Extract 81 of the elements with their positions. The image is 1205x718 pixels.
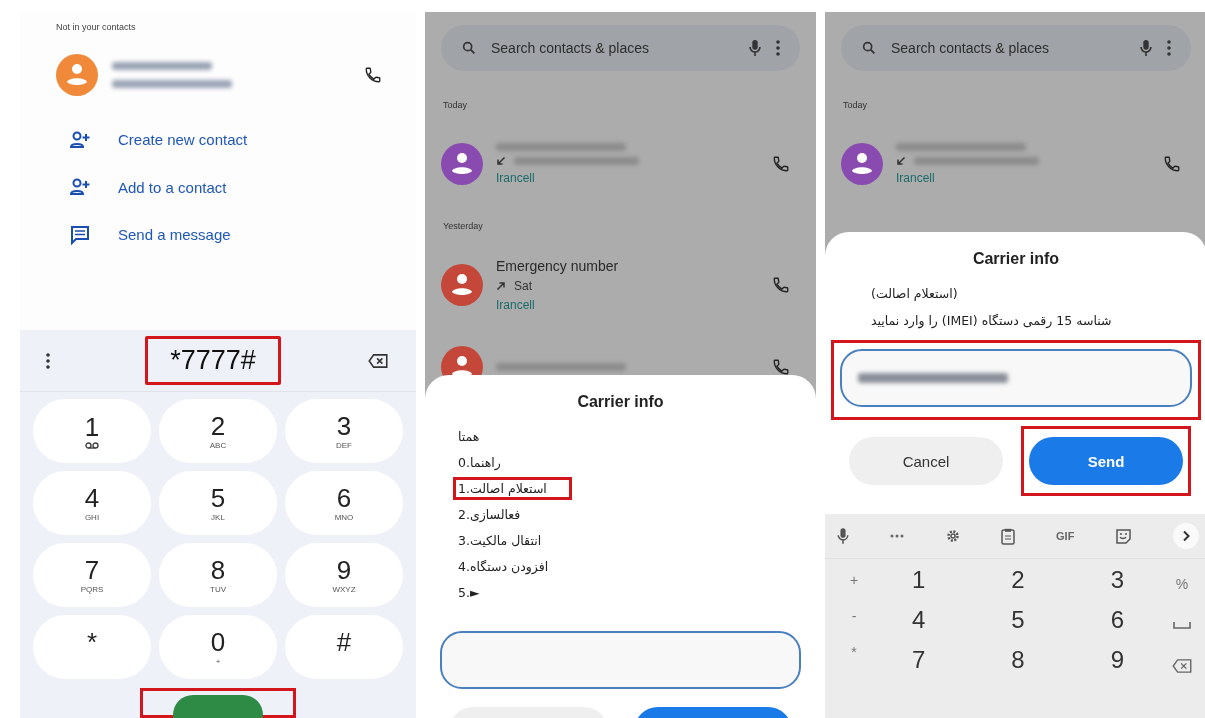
phone-icon[interactable] — [1163, 155, 1181, 173]
caller-name: Emergency number — [496, 258, 620, 274]
person-add-icon — [70, 130, 90, 149]
dial-key[interactable]: 9 WXYZ — [285, 543, 403, 607]
clipboard-icon[interactable] — [1001, 527, 1016, 545]
keyboard-key[interactable]: 3 — [1067, 565, 1167, 595]
dialog-button[interactable]: Cancel — [849, 437, 1003, 485]
dial-key[interactable]: 5 JKL — [159, 471, 277, 535]
phone-icon[interactable] — [772, 276, 790, 294]
menu-line: 3.انتقال مالکیت — [457, 532, 543, 550]
menu-line: 5.► — [457, 584, 481, 602]
search-field[interactable]: Search contacts & places — [441, 25, 800, 71]
call-time: Sat — [514, 279, 532, 293]
menu-line: 4.افزودن دستگاه — [457, 558, 550, 577]
dialog-message: (استعلام اصالت) — [870, 285, 959, 303]
section-label: Today — [843, 100, 869, 110]
carrier-label: Irancell — [496, 298, 536, 312]
call-button[interactable] — [140, 688, 296, 718]
dialog-title: Carrier info — [971, 250, 1061, 268]
dialog-message: شناسه 15 رقمی دستگاه (IMEI) را وارد نمایید — [870, 312, 1113, 331]
action-link[interactable]: Create new contact — [118, 131, 248, 149]
carrier-label: Irancell — [496, 171, 536, 185]
dial-key[interactable]: 8 TUV — [159, 543, 277, 607]
keyboard-key[interactable]: * — [851, 645, 857, 659]
person-add-icon — [70, 178, 90, 197]
phone-icon[interactable] — [772, 358, 790, 376]
section-label: Today — [443, 100, 469, 110]
mic-icon[interactable] — [837, 527, 849, 545]
dial-key[interactable]: 3 DEF — [285, 399, 403, 463]
backspace-icon[interactable] — [368, 353, 388, 368]
dial-key[interactable]: # — [285, 615, 403, 679]
mic-icon[interactable] — [748, 39, 762, 57]
gif-key[interactable]: GIF — [1056, 530, 1075, 542]
dial-key[interactable]: 4 GHI — [33, 471, 151, 535]
chevron-right-icon[interactable] — [1172, 523, 1199, 549]
more-icon[interactable] — [1167, 40, 1171, 56]
dial-key[interactable]: 7 PQRS — [33, 543, 151, 607]
keyboard-key[interactable]: 5 — [968, 605, 1068, 635]
input-field[interactable] — [840, 349, 1192, 407]
keyboard-key[interactable]: 2 — [968, 565, 1068, 595]
dial-key[interactable]: 0 + — [159, 615, 277, 679]
more-icon[interactable] — [46, 352, 50, 369]
space-key-icon[interactable] — [1173, 621, 1191, 629]
keyboard-key[interactable]: 1 — [869, 565, 969, 595]
keyboard-key[interactable]: 7 — [869, 645, 969, 675]
dial-key[interactable]: 6 MNO — [285, 471, 403, 535]
voicemail-icon — [85, 442, 99, 449]
keyboard-key[interactable]: + — [849, 573, 859, 587]
menu-line: 2.فعالسازی — [457, 506, 522, 525]
phone-icon[interactable] — [772, 155, 790, 173]
dialog-button[interactable]: Send — [1029, 437, 1183, 485]
dial-key[interactable]: 2 ABC — [159, 399, 277, 463]
action-link[interactable]: Send a message — [118, 226, 231, 244]
message-icon — [70, 224, 90, 245]
menu-line: همتا — [457, 428, 481, 446]
keyboard-key[interactable]: - — [851, 609, 857, 623]
dialed-number: *7777# — [145, 336, 281, 385]
input-field[interactable] — [440, 631, 801, 689]
dial-key[interactable]: * — [33, 615, 151, 679]
dialog-title: Carrier info — [576, 393, 665, 411]
dial-key[interactable]: 1 — [33, 399, 151, 463]
keyboard-key[interactable]: 8 — [968, 645, 1068, 675]
more-icon[interactable] — [776, 40, 780, 56]
action-link[interactable]: Add to a contact — [118, 178, 227, 196]
carrier-label: Irancell — [896, 171, 936, 185]
keyboard-key[interactable]: 4 — [869, 605, 969, 635]
more-icon[interactable] — [889, 534, 904, 538]
settings-icon[interactable] — [944, 528, 961, 544]
mic-icon[interactable] — [1139, 39, 1153, 57]
keyboard-key[interactable]: 6 — [1067, 605, 1167, 635]
section-label: Not in your contacts — [56, 22, 137, 32]
keyboard-key[interactable]: 9 — [1067, 645, 1167, 675]
backspace-icon[interactable] — [1172, 659, 1192, 673]
phone-icon[interactable] — [364, 66, 382, 84]
section-label: Yesterday — [443, 221, 484, 231]
search-icon — [461, 40, 477, 56]
search-icon — [861, 40, 877, 56]
keyboard-key[interactable]: % — [1175, 577, 1189, 591]
menu-line: 0.راهنما — [457, 454, 502, 473]
sticker-icon[interactable] — [1115, 527, 1133, 545]
search-field[interactable]: Search contacts & places — [841, 25, 1191, 71]
